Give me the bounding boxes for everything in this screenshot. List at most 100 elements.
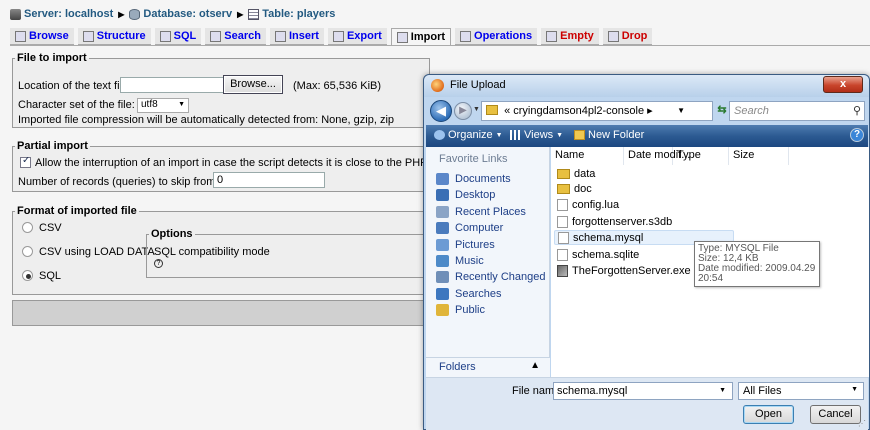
favorite-music[interactable]: Music bbox=[436, 255, 484, 267]
tab-export[interactable]: Export bbox=[327, 28, 387, 45]
format-option-sql[interactable]: SQL bbox=[22, 270, 61, 282]
import-icon bbox=[396, 31, 408, 43]
help-icon[interactable]: ? bbox=[154, 259, 163, 268]
favorite-links-header: Favorite Links bbox=[439, 153, 508, 165]
tab-operations[interactable]: Operations bbox=[455, 28, 538, 45]
address-dropdown-icon[interactable]: ▼ bbox=[677, 106, 685, 115]
file-type-select[interactable]: All Files ▼ bbox=[738, 382, 864, 400]
close-button[interactable]: x bbox=[823, 76, 863, 93]
tab-structure[interactable]: Structure bbox=[77, 28, 151, 45]
tab-insert[interactable]: Insert bbox=[269, 28, 324, 45]
allow-interrupt-row: Allow the interruption of an import in c… bbox=[20, 157, 425, 169]
tab-label: Operations bbox=[474, 30, 533, 42]
documents-icon bbox=[436, 173, 449, 185]
csv-radio[interactable] bbox=[22, 222, 33, 233]
organize-menu[interactable]: Organize ▼ bbox=[434, 129, 503, 141]
charset-select[interactable]: utf8 bbox=[137, 98, 189, 113]
open-button[interactable]: Open bbox=[743, 405, 794, 424]
list-item[interactable]: doc bbox=[554, 181, 595, 196]
list-item[interactable]: config.lua bbox=[554, 197, 622, 212]
column-size[interactable]: Size bbox=[729, 147, 789, 165]
new-folder-button[interactable]: New Folder bbox=[574, 129, 644, 141]
breadcrumb-database-link[interactable]: Database: otserv bbox=[143, 8, 232, 20]
favorite-desktop[interactable]: Desktop bbox=[436, 189, 495, 201]
search-icon bbox=[210, 30, 222, 42]
dialog-footer: File name: schema.mysql ▼ All Files ▼ Op… bbox=[426, 377, 868, 430]
format-legend: Format of imported file bbox=[17, 205, 137, 217]
location-label: Location of the text file bbox=[18, 80, 129, 92]
tab-label: Import bbox=[410, 31, 446, 43]
tab-import[interactable]: Import bbox=[390, 28, 452, 45]
tab-drop[interactable]: Drop bbox=[602, 28, 653, 45]
tab-search[interactable]: Search bbox=[205, 28, 266, 45]
skip-records-input[interactable]: 0 bbox=[213, 172, 325, 188]
breadcrumb-server-link[interactable]: Server: localhost bbox=[24, 8, 113, 20]
organize-label: Organize bbox=[448, 129, 493, 141]
file-name: schema.sqlite bbox=[572, 248, 640, 261]
executable-icon bbox=[557, 264, 568, 277]
file-name-value: schema.mysql bbox=[557, 385, 628, 397]
back-arrow-icon: ◀ bbox=[436, 103, 446, 118]
cancel-button[interactable]: Cancel bbox=[810, 405, 861, 424]
file-name-dropdown-icon[interactable]: ▼ bbox=[719, 387, 726, 394]
breadcrumb-separator-icon: ▶ bbox=[118, 9, 125, 19]
csv-load-data-radio[interactable] bbox=[22, 246, 33, 257]
address-bar[interactable]: « cryingdamson4pl2-console ▸ ▼ bbox=[481, 101, 713, 121]
search-input[interactable]: Search ⚲ bbox=[729, 101, 865, 121]
favorite-public[interactable]: Public bbox=[436, 304, 485, 316]
operations-icon bbox=[460, 30, 472, 42]
refresh-button[interactable]: ⇆ bbox=[714, 101, 730, 121]
format-option-csv[interactable]: CSV bbox=[22, 222, 62, 234]
favorite-label: Documents bbox=[455, 173, 511, 185]
table-tabs: Browse Structure SQL Search Insert Expor… bbox=[10, 28, 656, 45]
file-name-input[interactable]: schema.mysql ▼ bbox=[553, 382, 733, 400]
history-dropdown-icon[interactable]: ▼ bbox=[473, 106, 480, 113]
breadcrumb-table-link[interactable]: Table: players bbox=[262, 8, 335, 20]
favorite-label: Computer bbox=[455, 222, 504, 234]
resize-grip-icon[interactable]: ⋰ bbox=[858, 419, 866, 428]
favorite-documents[interactable]: Documents bbox=[436, 173, 511, 185]
views-icon bbox=[510, 130, 521, 140]
back-button[interactable]: ◀ bbox=[430, 100, 452, 122]
address-arrow-icon: ▸ bbox=[647, 105, 653, 117]
list-item[interactable]: TheForgottenServer.exe bbox=[554, 263, 694, 278]
chevron-down-icon: ▼ bbox=[851, 386, 858, 393]
views-menu[interactable]: Views ▼ bbox=[510, 129, 563, 141]
file-path-input[interactable] bbox=[120, 77, 230, 93]
database-icon bbox=[129, 8, 141, 20]
favorite-searches[interactable]: Searches bbox=[436, 288, 501, 300]
tab-label: Browse bbox=[29, 30, 69, 42]
folder-icon bbox=[557, 183, 570, 194]
dialog-toolbar: Organize ▼ Views ▼ New Folder ? bbox=[426, 125, 868, 147]
favorite-recent-places[interactable]: Recent Places bbox=[436, 206, 526, 218]
column-name[interactable]: Name bbox=[551, 147, 624, 165]
sql-icon bbox=[159, 30, 171, 42]
format-option-csv-load-data[interactable]: CSV using LOAD DATA bbox=[22, 246, 155, 258]
search-icon[interactable]: ⚲ bbox=[853, 104, 861, 117]
help-button[interactable]: ? bbox=[850, 128, 864, 142]
favorite-recently-changed[interactable]: Recently Changed bbox=[436, 271, 546, 283]
allow-interrupt-checkbox[interactable] bbox=[20, 157, 31, 168]
server-icon bbox=[10, 8, 21, 20]
tab-empty[interactable]: Empty bbox=[541, 28, 599, 45]
file-import-legend: File to import bbox=[17, 52, 87, 64]
favorite-pictures[interactable]: Pictures bbox=[436, 239, 495, 251]
new-folder-label: New Folder bbox=[588, 129, 645, 141]
dialog-titlebar[interactable]: File Upload x bbox=[424, 75, 869, 97]
list-item[interactable]: forgottenserver.s3db bbox=[554, 214, 675, 229]
sql-radio[interactable] bbox=[22, 270, 33, 281]
favorite-computer[interactable]: Computer bbox=[436, 222, 503, 234]
list-item[interactable]: data bbox=[554, 166, 598, 181]
tab-browse[interactable]: Browse bbox=[10, 28, 74, 45]
forward-button[interactable]: ▶ bbox=[454, 102, 472, 120]
recent-places-icon bbox=[436, 206, 449, 218]
column-date-modified[interactable]: Date modif... bbox=[624, 147, 690, 165]
favorite-label: Recently Changed bbox=[455, 271, 546, 283]
list-item[interactable]: schema.sqlite bbox=[554, 247, 642, 262]
browse-button[interactable]: Browse... bbox=[223, 75, 283, 94]
column-type[interactable]: Type bbox=[673, 147, 729, 165]
folders-toggle[interactable]: Folders ▲ bbox=[426, 357, 550, 377]
tab-sql[interactable]: SQL bbox=[154, 28, 202, 45]
sql-compat-label: SQL compatibility mode bbox=[154, 246, 270, 258]
folder-icon bbox=[486, 105, 498, 115]
